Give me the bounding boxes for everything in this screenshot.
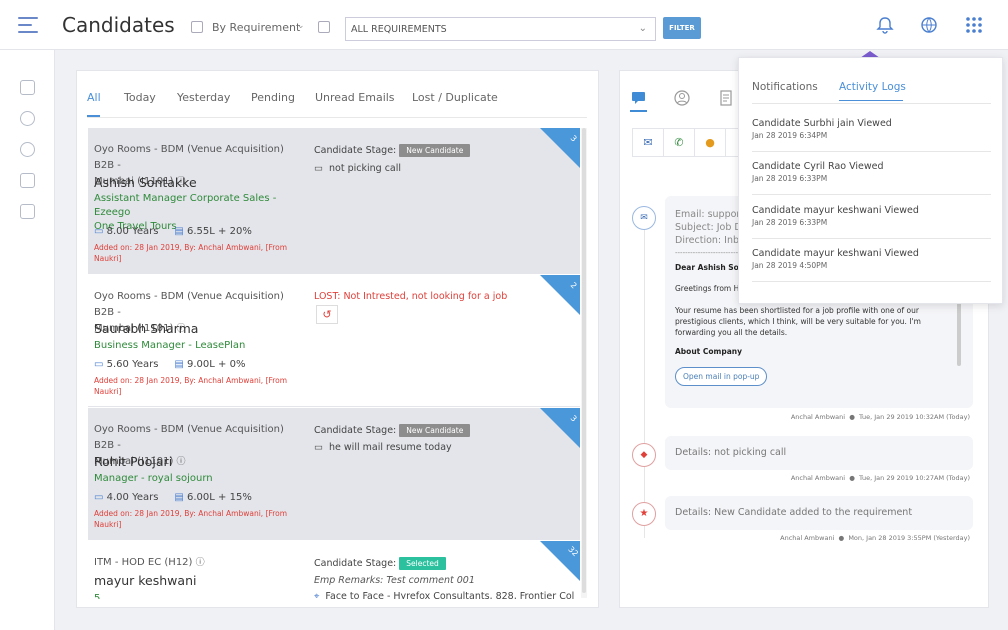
money-icon: ▤ xyxy=(174,359,184,370)
interview-location: ⌖ Face to Face - Hyrefox Consultants, 82… xyxy=(314,591,574,599)
activity-log-item[interactable]: Candidate Cyril Rao Viewed Jan 28 2019 6:… xyxy=(752,161,991,195)
added-info: Added on: 28 Jan 2019, By: Anchal Ambwan… xyxy=(94,376,288,396)
requirement-text: ITM - HOD EC (H12) ⓘ xyxy=(94,557,205,568)
tab-notifications[interactable]: Notifications xyxy=(752,81,818,93)
settings-icon[interactable] xyxy=(20,142,35,157)
email-body: Your resume has been shortlisted for a j… xyxy=(675,306,921,337)
menu-icon[interactable] xyxy=(18,17,38,33)
bell-icon[interactable] xyxy=(876,16,894,34)
tab-today[interactable]: Today xyxy=(124,91,156,104)
briefcase-icon: ▭ xyxy=(94,226,104,237)
sidebar xyxy=(0,50,55,630)
tab-lost-duplicate[interactable]: Lost / Duplicate xyxy=(412,91,498,104)
candidate-name[interactable]: Ashish Sontakke xyxy=(94,175,197,190)
chat-icon[interactable] xyxy=(631,90,647,106)
list-scrollbar[interactable] xyxy=(581,128,587,598)
tab-activity-logs[interactable]: Activity Logs xyxy=(839,81,906,93)
document-icon[interactable] xyxy=(718,90,734,106)
money-icon: ▤ xyxy=(174,226,184,237)
candidate-stage: Candidate Stage: New Candidate xyxy=(314,424,471,437)
filter-button[interactable]: FILTER xyxy=(663,17,701,39)
active-tab-indicator xyxy=(630,110,647,112)
globe-icon[interactable] xyxy=(920,16,938,34)
lost-reason: LOST: Not Intrested, not looking for a j… xyxy=(314,291,508,302)
undo-icon[interactable]: ↺ xyxy=(316,305,338,324)
candidate-note: ▭ not picking call xyxy=(314,163,402,174)
chevron-down-icon: ⌄ xyxy=(297,21,305,31)
active-tab-indicator xyxy=(839,100,903,101)
candidate-job: 5 xyxy=(94,593,101,599)
timeline-line xyxy=(644,218,645,538)
notifications-dropdown: Notifications Activity Logs Candidate Su… xyxy=(738,57,1003,304)
report-icon[interactable] xyxy=(20,204,35,219)
candidate-card[interactable]: Oyo Rooms - BDM (Venue Acquisition) B2B … xyxy=(88,275,580,407)
activity-log-item[interactable]: Candidate mayur keshwani Viewed Jan 28 20… xyxy=(752,248,991,282)
comment-icon: ▭ xyxy=(314,163,323,174)
monitor-icon[interactable] xyxy=(20,80,35,95)
active-tab-indicator xyxy=(87,115,100,117)
message-icon[interactable]: ● xyxy=(695,129,726,156)
timeline-item: Details: not picking call xyxy=(665,436,973,470)
briefcase-icon: ▭ xyxy=(94,359,104,370)
requirement-select-value: ALL REQUIREMENTS xyxy=(351,24,447,35)
timeline-footer: Anchal Ambwani ● Tue, Jan 29 2019 10:27A… xyxy=(790,474,970,482)
requirement-select[interactable]: ALL REQUIREMENTS ⌄ xyxy=(345,17,656,41)
tab-unread-emails[interactable]: Unread Emails xyxy=(315,91,395,104)
chevron-down-icon: ⌄ xyxy=(638,23,647,34)
candidate-meta: ▭ 4.00 Years ▤ 6.00L + 15% xyxy=(94,492,252,503)
candidate-stage: Candidate Stage: Selected xyxy=(314,557,446,570)
stage-badge: New Candidate xyxy=(399,144,471,157)
candidate-note: ▭ he will mail resume today xyxy=(314,442,452,453)
candidate-meta: ▭ 8.00 Years ▤ 6.55L + 20% xyxy=(94,226,252,237)
candidate-card[interactable]: Oyo Rooms - BDM (Venue Acquisition) B2B … xyxy=(88,128,580,274)
email-icon[interactable]: ✉ xyxy=(633,129,664,156)
candidate-stage: Candidate Stage: New Candidate xyxy=(314,144,471,157)
candidate-name[interactable]: Rohit Poojari xyxy=(94,454,172,469)
candidate-job: Manager - royal sojourn xyxy=(94,473,213,484)
email-about: About Company xyxy=(675,347,742,356)
tab-yesterday[interactable]: Yesterday xyxy=(177,91,230,104)
image-icon[interactable] xyxy=(20,173,35,188)
user-icon[interactable] xyxy=(20,111,35,126)
briefcase-icon: ▭ xyxy=(94,492,104,503)
candidate-card[interactable]: Oyo Rooms - BDM (Venue Acquisition) B2B … xyxy=(88,408,580,540)
added-info: Added on: 28 Jan 2019, By: Anchal Ambwan… xyxy=(94,509,288,529)
stage-badge: Selected xyxy=(399,557,446,570)
profile-icon[interactable] xyxy=(674,90,690,106)
timeline-footer: Anchal Ambwani ● Mon, Jan 28 2019 3:55PM… xyxy=(780,534,970,542)
requirement-icon xyxy=(191,21,203,33)
candidate-name[interactable]: mayur keshwani xyxy=(94,573,196,588)
folder-icon xyxy=(318,21,330,33)
email-footer: Anchal Ambwani ● Tue, Jan 29 2019 10:32A… xyxy=(790,413,970,421)
candidate-job: Business Manager - LeasePlan xyxy=(94,340,246,351)
comment-icon: ▭ xyxy=(314,442,323,453)
activity-log-item[interactable]: Candidate Surbhi jain Viewed Jan 28 2019 … xyxy=(752,118,991,152)
location-icon: ⌖ xyxy=(314,591,320,599)
tag-icon: ◆ xyxy=(632,443,656,467)
phone-icon[interactable]: ✆ xyxy=(664,129,695,156)
page-title: Candidates xyxy=(62,13,175,37)
tabs-divider xyxy=(87,117,587,118)
emp-remarks: Emp Remarks: Test comment 001 xyxy=(314,575,475,586)
candidate-name[interactable]: Saurabh Sharma xyxy=(94,321,198,336)
apps-grid-icon[interactable] xyxy=(965,16,983,34)
dropdown-divider xyxy=(752,103,991,104)
money-icon: ▤ xyxy=(174,492,184,503)
stage-badge: New Candidate xyxy=(399,424,471,437)
by-requirement-dropdown[interactable]: By Requirement xyxy=(212,21,300,34)
timeline-item: Details: New Candidate added to the requ… xyxy=(665,496,973,530)
email-icon: ✉ xyxy=(632,206,656,230)
candidate-meta: ▭ 5.60 Years ▤ 9.00L + 0% xyxy=(94,359,246,370)
added-info: Added on: 28 Jan 2019, By: Anchal Ambwan… xyxy=(94,243,288,263)
open-mail-popup-button[interactable]: Open mail in pop-up xyxy=(675,367,768,386)
star-icon: ★ xyxy=(632,502,656,526)
tab-pending[interactable]: Pending xyxy=(251,91,295,104)
tab-all[interactable]: All xyxy=(87,91,101,104)
top-bar: Candidates By Requirement ⌄ ALL REQUIREM… xyxy=(0,0,1008,50)
activity-log-item[interactable]: Candidate mayur keshwani Viewed Jan 28 20… xyxy=(752,205,991,239)
candidate-card[interactable]: ITM - HOD EC (H12) ⓘ mayur keshwani 5 Ca… xyxy=(88,541,580,599)
email-scrollbar[interactable] xyxy=(957,300,961,366)
